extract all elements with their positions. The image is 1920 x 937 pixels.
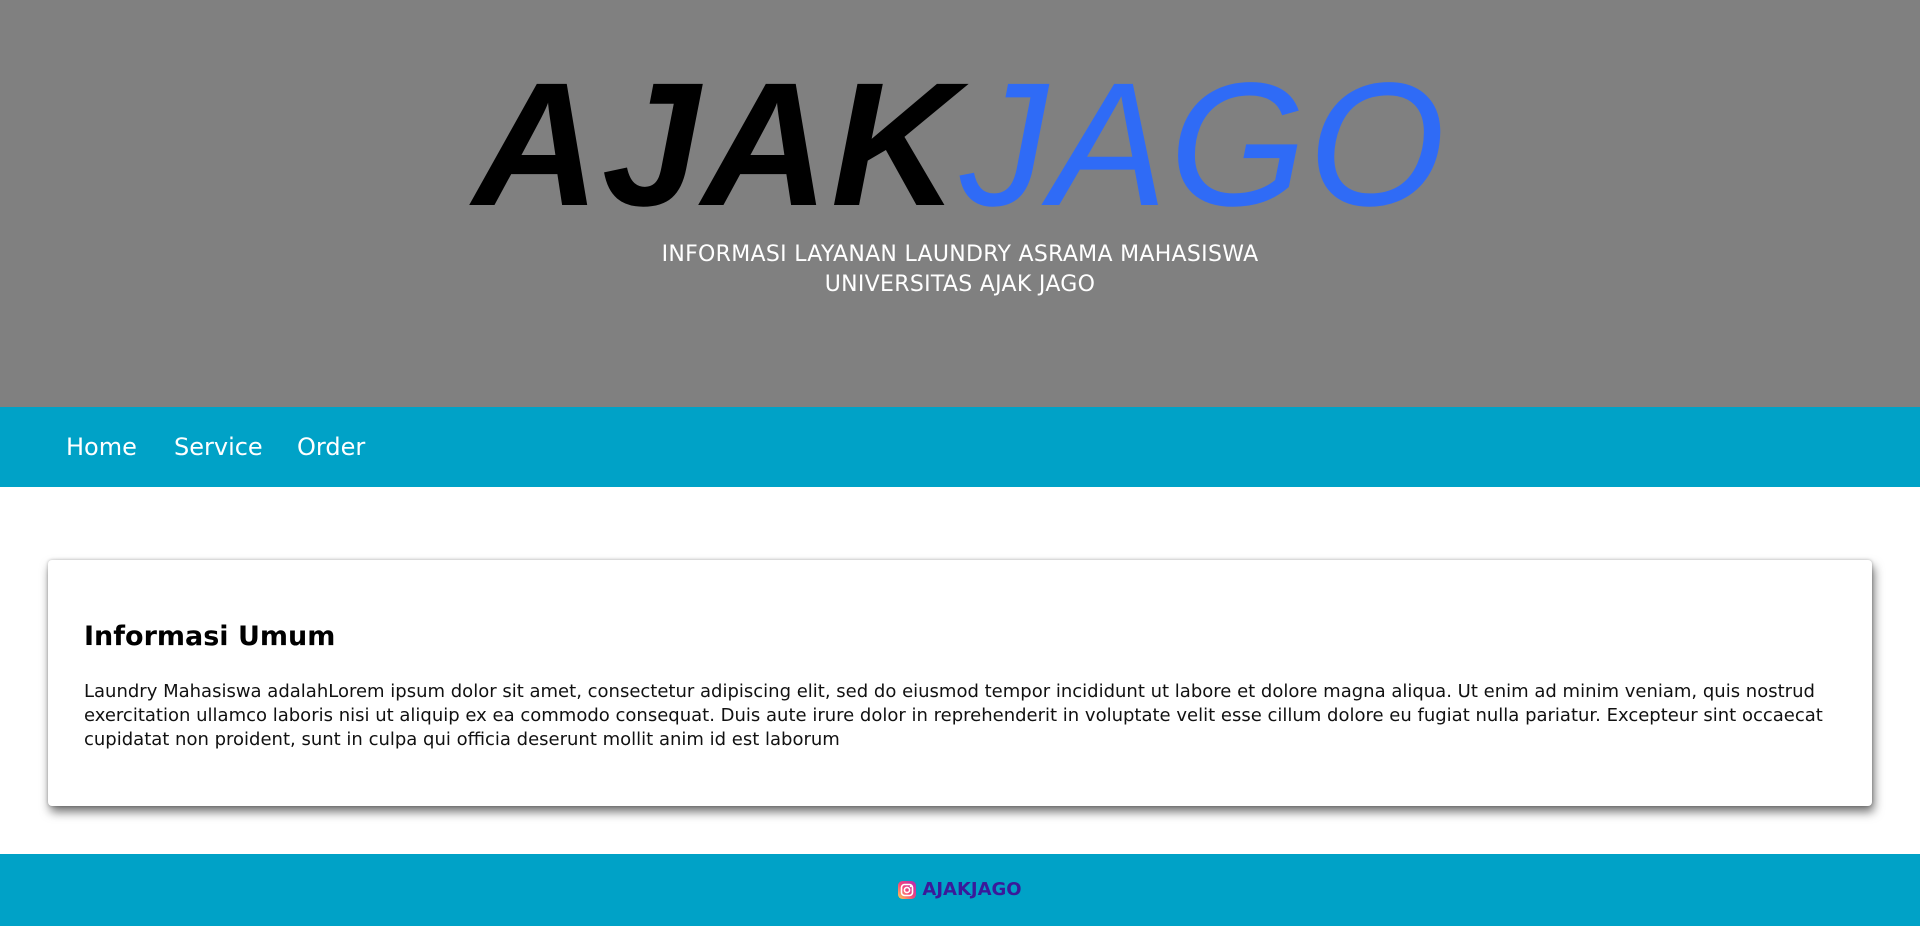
tagline-line-1: INFORMASI LAYANAN LAUNDRY ASRAMA MAHASIS… [661,242,1259,267]
site-logo: AJAKJAGO [0,55,1920,235]
instagram-handle: AJAKJAGO [922,879,1022,900]
nav-service-link[interactable]: Service [174,427,263,467]
info-card: Informasi Umum Laundry Mahasiswa adalahL… [48,560,1872,806]
card-title: Informasi Umum [84,621,336,652]
card-body-text: Laundry Mahasiswa adalahLorem ipsum dolo… [84,681,1823,750]
tagline-line-2: UNIVERSITAS AJAK JAGO [824,272,1096,297]
instagram-link[interactable]: AJAKJAGO [0,854,1920,926]
main-nav: Home Service Order [0,407,1920,487]
logo-ajak: AJAK [472,47,960,243]
nav-order-link[interactable]: Order [297,427,365,467]
footer: AJAKJAGO [0,854,1920,926]
nav-home-link[interactable]: Home [66,427,137,467]
logo-jago: JAGO [960,47,1448,243]
hero-header: AJAKJAGO INFORMASI LAYANAN LAUNDRY ASRAM… [0,0,1920,407]
instagram-icon [898,881,917,899]
